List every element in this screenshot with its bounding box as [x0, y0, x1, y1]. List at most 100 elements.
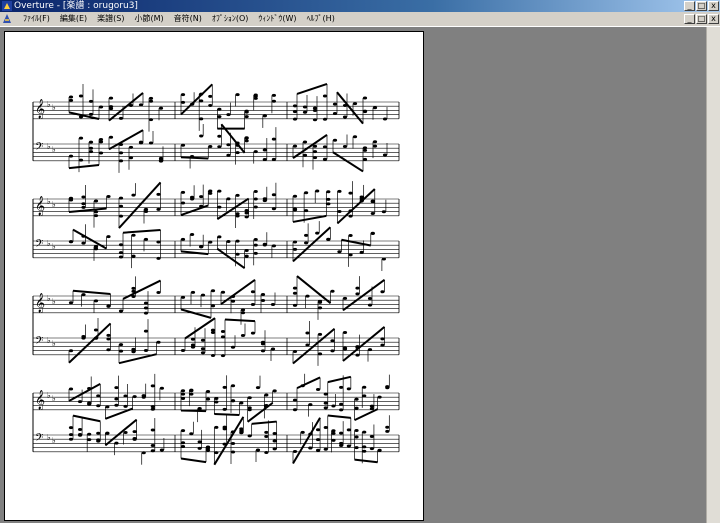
key-signature: ♭	[52, 297, 56, 306]
note-head	[105, 431, 110, 435]
note-head	[302, 140, 308, 144]
key-signature: ♭	[47, 197, 51, 206]
note-head	[370, 212, 375, 216]
close-button[interactable]: x	[708, 1, 719, 11]
maximize-button[interactable]: □	[696, 1, 707, 11]
note-head	[253, 150, 258, 154]
note-head	[262, 158, 267, 162]
menu-measure[interactable]: 小節(M)	[129, 12, 168, 26]
note-head	[141, 451, 146, 455]
note-head	[132, 430, 137, 434]
note-head	[68, 198, 74, 202]
note-head	[244, 136, 249, 140]
note-head	[96, 431, 101, 435]
note-head	[354, 435, 359, 439]
note-head	[304, 233, 309, 237]
note-head	[199, 99, 204, 103]
note-head	[271, 93, 277, 97]
note-head	[68, 433, 74, 437]
note-head	[342, 144, 348, 148]
note-head	[230, 299, 236, 303]
note-head	[114, 441, 119, 445]
note-head	[68, 240, 74, 244]
note-head	[332, 138, 338, 142]
document-workspace[interactable]: 𝄞 ♭ ♭ 𝄢 ♭ ♭ 𝄞 ♭ ♭ 𝄢 ♭ ♭ 𝄞 ♭ ♭ 𝄢 ♭ ♭ 𝄞 ♭ ♭ 𝄢 ♭ ♭	[0, 27, 720, 523]
note-head	[214, 451, 219, 455]
note-head	[312, 156, 318, 160]
note-head	[226, 153, 231, 157]
note-head	[380, 290, 385, 294]
note-head	[272, 432, 277, 436]
note-head	[239, 401, 244, 405]
note-head	[81, 241, 86, 245]
note-head	[68, 437, 74, 441]
note-head	[205, 389, 211, 393]
note-head	[260, 292, 266, 296]
beam	[296, 83, 328, 95]
beam	[108, 92, 144, 122]
note-head	[271, 193, 277, 197]
note-head	[77, 400, 83, 404]
score-page[interactable]: 𝄞 ♭ ♭ 𝄢 ♭ ♭ 𝄞 ♭ ♭ 𝄢 ♭ ♭ 𝄞 ♭ ♭ 𝄢 ♭ ♭ 𝄞 ♭ ♭ 𝄢 ♭ ♭	[4, 31, 424, 521]
key-signature: ♭	[47, 336, 51, 345]
menu-note[interactable]: 音符(N)	[169, 12, 207, 26]
menu-score[interactable]: 楽譜(S)	[92, 12, 129, 26]
beam	[68, 322, 112, 364]
note-head	[244, 139, 249, 143]
note-head	[208, 103, 213, 107]
note-head	[118, 343, 124, 347]
overture-app-icon[interactable]	[2, 1, 12, 11]
bass-clef: 𝄢	[35, 141, 43, 156]
note-head	[87, 438, 92, 442]
menu-file[interactable]: ﾌｧｲﾙ(F)	[18, 12, 55, 26]
note-head	[200, 347, 206, 351]
note-head	[190, 290, 196, 294]
key-signature: ♭	[52, 103, 56, 112]
document-icon[interactable]	[2, 13, 12, 24]
note-head	[108, 105, 114, 109]
note-head	[118, 255, 124, 259]
menu-help[interactable]: ﾍﾙﾌﾟ(H)	[302, 12, 340, 26]
menu-options[interactable]: ｵﾌﾟｼｮﾝ(O)	[207, 12, 254, 26]
menu-window[interactable]: ｳｨﾝﾄﾞｳ(W)	[253, 12, 301, 26]
note-head	[199, 117, 204, 121]
beam	[214, 413, 240, 416]
note-head	[339, 441, 344, 445]
note-head	[217, 107, 222, 111]
note-head	[68, 98, 74, 102]
note-head	[235, 151, 240, 155]
note-head	[342, 296, 348, 300]
beam	[292, 134, 328, 159]
note-head	[87, 401, 92, 405]
note-head	[156, 256, 161, 260]
note-head	[230, 399, 236, 403]
beam	[118, 181, 162, 229]
vertical-scrollbar[interactable]	[706, 27, 720, 523]
note-head	[230, 384, 236, 388]
note-head	[352, 135, 358, 139]
note-head	[93, 328, 99, 332]
doc-close-button[interactable]: x	[708, 14, 719, 24]
minimize-button[interactable]: _	[684, 1, 695, 11]
beam	[327, 375, 352, 384]
note-head	[148, 96, 154, 100]
doc-minimize-button[interactable]: _	[684, 14, 695, 24]
note-head	[292, 286, 298, 290]
note-head	[199, 195, 204, 199]
note-head	[372, 106, 378, 110]
note-head	[381, 210, 386, 214]
menu-edit[interactable]: 編集(E)	[55, 12, 92, 26]
note-head	[292, 240, 298, 244]
note-head	[217, 235, 222, 239]
note-head	[180, 295, 186, 299]
note-head	[118, 309, 124, 313]
note-head	[214, 400, 219, 404]
note-head	[131, 286, 136, 290]
note-head	[337, 189, 342, 193]
note-head	[339, 408, 344, 412]
score-canvas[interactable]: 𝄞 ♭ ♭𝄢 ♭ ♭𝄞 ♭ ♭𝄢 ♭ ♭𝄞 ♭ ♭𝄢 ♭ ♭𝄞 ♭ ♭𝄢 ♭ ♭	[5, 32, 423, 520]
note-head	[270, 347, 276, 351]
doc-restore-button[interactable]: □	[696, 14, 707, 24]
beam	[296, 376, 321, 390]
note-head	[253, 190, 258, 194]
